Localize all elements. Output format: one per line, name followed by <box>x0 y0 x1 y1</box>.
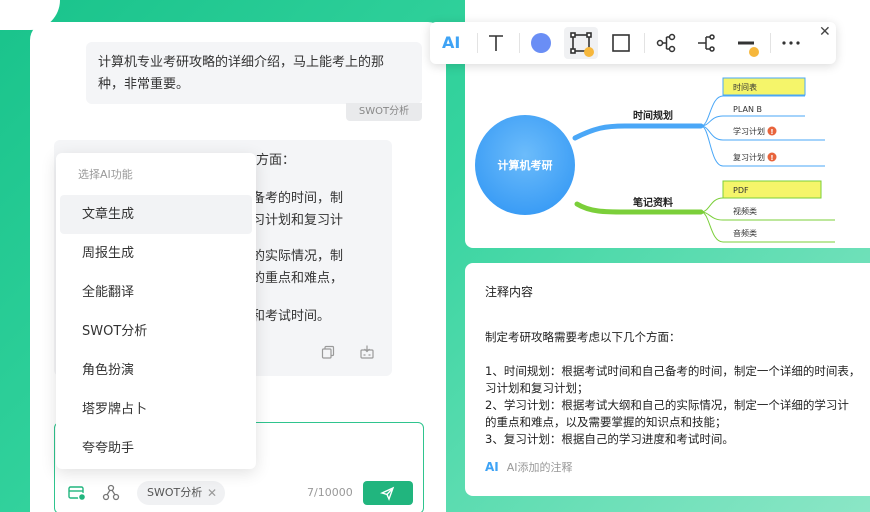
image-upload-icon[interactable] <box>67 483 87 503</box>
user-message-line: 计算机专业考研攻略的详细介绍，马上能考上的那 <box>98 55 385 70</box>
dropdown-header: 选择AI功能 <box>78 168 133 181</box>
mindmap-branch-label[interactable]: 时间规划 <box>633 109 673 122</box>
dropdown-item-article[interactable]: 文章生成 <box>60 195 252 234</box>
note-line: 1、时间规划：根据考试时间和自己备考的时间，制定一个详细的时间表， <box>485 364 861 378</box>
message-tag: SWOT分析 <box>346 103 422 121</box>
note-panel: 注释内容 制定考研攻略需要考虑以下几个方面： 1、时间规划：根据考试时间和自己备… <box>465 263 870 496</box>
send-button[interactable] <box>363 481 413 505</box>
chip-close-icon[interactable]: ✕ <box>207 481 217 505</box>
send-icon <box>380 486 395 501</box>
copy-icon[interactable] <box>320 344 336 360</box>
selected-function-chip[interactable]: SWOT分析 ✕ <box>137 481 225 505</box>
chip-label: SWOT分析 <box>147 486 203 499</box>
mindmap-child-label[interactable]: 时间表 <box>733 82 757 92</box>
active-indicator-dot <box>584 47 594 57</box>
note-body[interactable]: 制定考研攻略需要考虑以下几个方面： 1、时间规划：根据考试时间和自己备考的时间，… <box>485 329 870 448</box>
mindmap-child-label[interactable]: 音频类 <box>733 228 757 238</box>
mindmap-root-label: 计算机考研 <box>498 158 553 172</box>
mindmap-child-label[interactable]: PDF <box>733 186 749 195</box>
dropdown-item-weekly-report[interactable]: 周报生成 <box>60 234 252 273</box>
svg-text:!: ! <box>770 154 773 162</box>
dropdown-item-swot[interactable]: SWOT分析 <box>60 312 252 351</box>
shape-tool-icon[interactable] <box>609 31 633 55</box>
note-footer-text: AI添加的注释 <box>506 461 573 474</box>
user-message-line: 种，非常重要。 <box>98 77 190 92</box>
dropdown-item-tarot[interactable]: 塔罗牌占卜 <box>60 390 252 429</box>
mindmap-branch-label[interactable]: 笔记资料 <box>633 196 673 209</box>
mindmap-child-label[interactable]: PLAN B <box>733 105 762 114</box>
note-footer: AI AI添加的注释 <box>485 459 573 475</box>
dropdown-item-translate[interactable]: 全能翻译 <box>60 273 252 312</box>
floating-toolbar: AI ✕ <box>430 22 836 64</box>
character-counter: 7/10000 <box>307 486 353 499</box>
active-indicator-dot <box>749 47 759 57</box>
mindmap-node-icon[interactable] <box>101 483 121 503</box>
close-icon[interactable]: ✕ <box>819 24 831 40</box>
branch-connector <box>572 123 704 141</box>
input-toolbar: SWOT分析 ✕ 7/10000 <box>67 481 413 505</box>
dropdown-item-praise[interactable]: 夸夸助手 <box>60 429 252 468</box>
note-line: 2、学习计划：根据考试大纲和自己的实际情况，制定一个详细的学习计 <box>485 398 849 412</box>
ai-button[interactable]: AI <box>442 33 460 52</box>
note-line: 制定考研攻略需要考虑以下几个方面： <box>485 330 681 344</box>
svg-text:!: ! <box>770 128 773 136</box>
mindmap-child-label[interactable]: 学习计划 <box>733 126 765 136</box>
ai-response-line: 方面： <box>256 153 296 168</box>
mindmap-structure-icon[interactable] <box>654 31 678 55</box>
connector-line-icon[interactable] <box>694 31 718 55</box>
note-line: 的重点和难点，以及需要掌握的知识点和技能； <box>485 415 727 429</box>
user-message-bubble: 计算机专业考研攻略的详细介绍，马上能考上的那 种，非常重要。 <box>86 42 422 104</box>
more-options-icon[interactable] <box>779 31 803 55</box>
fill-color-icon[interactable] <box>529 31 553 55</box>
dropdown-item-roleplay[interactable]: 角色扮演 <box>60 351 252 390</box>
ai-function-dropdown: 选择AI功能 文章生成 周报生成 全能翻译 SWOT分析 角色扮演 塔罗牌占卜 … <box>56 153 256 469</box>
text-tool-icon[interactable] <box>484 31 508 55</box>
color-swatch <box>531 33 551 53</box>
note-line: 习计划和复习计划； <box>485 381 589 395</box>
mindmap-child-label[interactable]: 复习计划 <box>733 152 765 162</box>
note-line: 3、复习计划：根据自己的学习进度和考试时间。 <box>485 432 734 446</box>
ai-badge-icon: AI <box>485 460 499 474</box>
mindmap-child-label[interactable]: 视频类 <box>733 206 757 216</box>
insert-to-canvas-icon[interactable] <box>359 344 375 360</box>
note-title: 注释内容 <box>485 285 534 299</box>
